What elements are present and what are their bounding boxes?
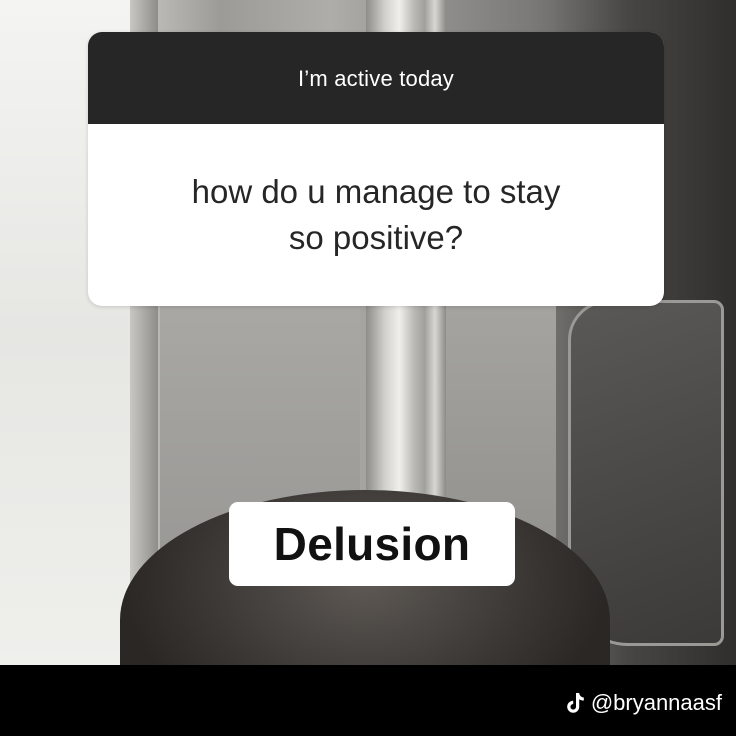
question-header: I’m active today [88,32,664,124]
question-prompt: I’m active today [297,66,455,91]
watermark: @bryannaasf [565,690,722,716]
question-body: how do u manage to stay so positive? [88,124,664,306]
creator-handle: @bryannaasf [590,690,722,715]
question-sticker[interactable]: I’m active today how do u manage to stay… [88,32,664,306]
question-text-line-1: how do u manage to stay [191,173,561,210]
answer-sticker: Delusion [229,502,515,586]
tiktok-icon [567,693,584,713]
question-text-line-2: so positive? [288,219,464,256]
answer-text: Delusion [273,518,471,570]
